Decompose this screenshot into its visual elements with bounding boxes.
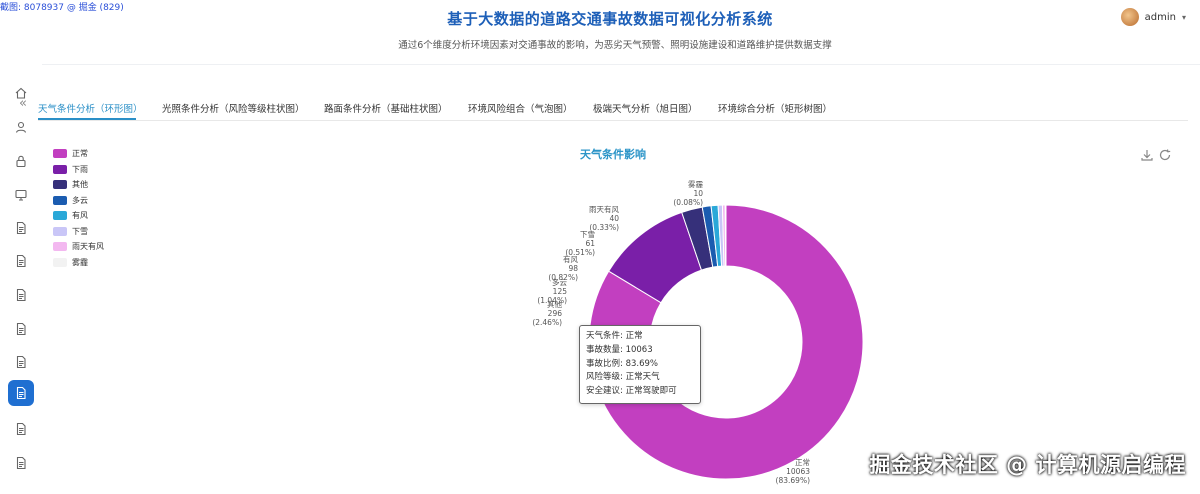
slice-label-line: (2.46%): [532, 318, 562, 327]
slice-label: 雾霾10(0.08%): [673, 180, 703, 207]
slice-label-line: 雨天有风: [589, 204, 619, 214]
slice-label-line: 296: [548, 309, 563, 318]
donut-chart: 正常10063(83.69%)其他296(2.46%)多云125(1.04%)有…: [532, 180, 864, 485]
slice-label-line: 61: [585, 239, 595, 248]
chart-tooltip: 天气条件: 正常 事故数量: 10063 事故比例: 83.69% 风险等级: 正常天…: [579, 325, 701, 404]
slice-label-line: 10063: [786, 467, 810, 476]
slice-label-line: (1.04%): [537, 296, 567, 305]
slice-label-line: (0.82%): [548, 273, 578, 282]
slice-label-line: 125: [553, 287, 568, 296]
slice-label-line: (0.08%): [673, 198, 703, 207]
slice-label-line: 40: [609, 214, 619, 223]
slice-label: 有风98(0.82%): [548, 254, 578, 282]
tooltip-line: 事故数量: 10063: [586, 344, 653, 355]
watermark: 掘金技术社区 @ 计算机源启编程: [869, 453, 1186, 477]
slice-label: 雨天有风40(0.33%): [589, 204, 619, 232]
pie-slice[interactable]: [724, 204, 727, 267]
tooltip-line: 安全建议: 正常驾驶即可: [586, 386, 677, 397]
slice-label-line: (0.51%): [565, 248, 595, 257]
slice-label: 下雪61(0.51%): [565, 230, 595, 257]
slice-label-line: 雾霾: [688, 180, 703, 189]
tooltip-line: 天气条件: 正常: [586, 331, 643, 341]
tooltip-line: 风险等级: 正常天气: [586, 372, 660, 383]
slice-label-line: 正常: [795, 458, 810, 467]
slice-label-line: (83.69%): [776, 476, 811, 485]
slice-label-line: (0.33%): [589, 223, 619, 232]
tooltip-line: 事故比例: 83.69%: [586, 358, 658, 369]
slice-label-line: 10: [693, 189, 703, 198]
slice-label-line: 98: [568, 264, 578, 273]
